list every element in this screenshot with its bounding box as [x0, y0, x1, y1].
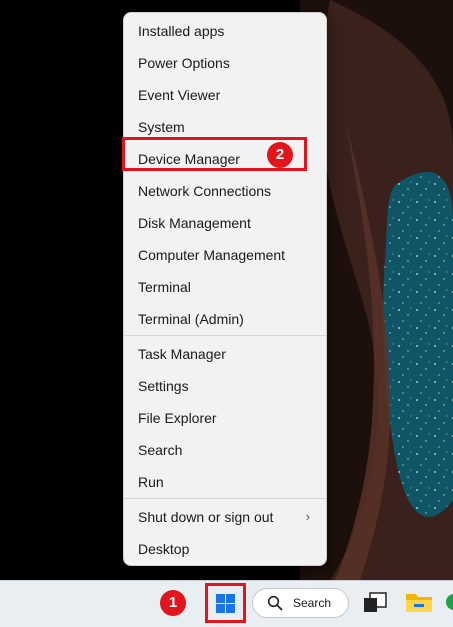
menu-item-task-manager[interactable]: Task Manager: [124, 339, 326, 369]
search-icon: [267, 595, 283, 611]
menu-item-desktop[interactable]: Desktop: [124, 534, 326, 564]
menu-item-network-connections[interactable]: Network Connections: [124, 176, 326, 206]
chevron-right-icon: ›: [305, 509, 310, 524]
menu-item-settings[interactable]: Settings: [124, 371, 326, 401]
menu-item-terminal[interactable]: Terminal: [124, 272, 326, 302]
windows-start-icon: [216, 594, 235, 613]
menu-item-disk-management[interactable]: Disk Management: [124, 208, 326, 238]
taskbar-search-box[interactable]: Search: [252, 588, 349, 618]
menu-item-terminal-admin[interactable]: Terminal (Admin): [124, 304, 326, 334]
menu-separator: [124, 498, 326, 499]
menu-item-file-explorer[interactable]: File Explorer: [124, 403, 326, 433]
menu-item-power-options[interactable]: Power Options: [124, 48, 326, 78]
menu-item-run[interactable]: Run: [124, 467, 326, 497]
menu-item-shut-down-or-sign-out[interactable]: Shut down or sign out ›: [124, 502, 326, 532]
step-2-badge: 2: [267, 142, 293, 168]
winx-context-menu: Installed apps Power Options Event Viewe…: [123, 12, 327, 566]
menu-item-search[interactable]: Search: [124, 435, 326, 465]
search-label: Search: [293, 596, 332, 610]
menu-item-computer-management[interactable]: Computer Management: [124, 240, 326, 270]
menu-item-event-viewer[interactable]: Event Viewer: [124, 80, 326, 110]
start-button[interactable]: [205, 583, 246, 623]
menu-item-installed-apps[interactable]: Installed apps: [124, 16, 326, 46]
file-explorer-icon[interactable]: [405, 590, 433, 614]
step-1-badge: 1: [160, 590, 186, 616]
task-view-icon[interactable]: [363, 592, 387, 614]
menu-separator: [124, 335, 326, 336]
